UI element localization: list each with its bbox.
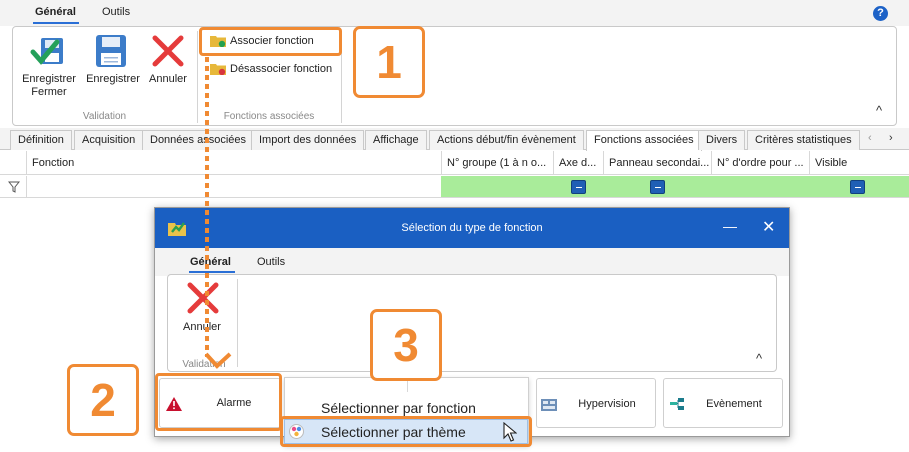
- filter-cell-function[interactable]: [26, 176, 441, 197]
- hypervision-tile[interactable]: Hypervision: [536, 378, 656, 428]
- dialog-title: Sélection du type de fonction: [401, 222, 543, 234]
- filter-panel-button[interactable]: [650, 180, 665, 194]
- dialog-collapse-chevron-icon[interactable]: ^: [756, 351, 762, 366]
- save-button[interactable]: Enregistrer: [84, 73, 142, 86]
- save-close-label-1: Enregistrer: [22, 73, 76, 85]
- tab-event-actions[interactable]: Actions début/fin évènement: [429, 130, 584, 150]
- ribbon-tab-tools[interactable]: Outils: [102, 6, 130, 18]
- column-function[interactable]: Fonction: [26, 151, 441, 175]
- column-secondary-panel[interactable]: Panneau secondai...: [603, 151, 711, 175]
- hypervision-label: Hypervision: [578, 398, 636, 410]
- highlight-alarm-tile: [155, 373, 282, 431]
- group-divider: [197, 31, 198, 123]
- highlight-associate-function: [199, 27, 342, 56]
- dialog-ribbon-panel: Annuler Validation ^: [167, 274, 777, 372]
- column-axis[interactable]: Axe d...: [553, 151, 603, 175]
- event-tile[interactable]: Evènement: [663, 378, 783, 428]
- close-icon[interactable]: ✕: [762, 217, 775, 237]
- menu-item-by-function[interactable]: Sélectionner par fonction: [321, 400, 476, 416]
- filter-row: [0, 176, 909, 198]
- help-icon[interactable]: ?: [873, 6, 888, 21]
- tabs-scroll-left-icon[interactable]: ‹: [868, 132, 872, 144]
- save-icon[interactable]: [94, 33, 128, 69]
- grid-header: Fonction N° groupe (1 à n o... Axe d... …: [0, 151, 909, 175]
- dialog-group-divider: [237, 279, 238, 367]
- event-label: Evènement: [706, 398, 762, 410]
- minimize-icon[interactable]: —: [723, 218, 737, 234]
- dotted-connector: [203, 57, 211, 365]
- dissociate-folder-icon: [210, 62, 226, 76]
- save-close-label-2: Fermer: [31, 86, 67, 98]
- save-close-button[interactable]: Enregistrer Fermer: [20, 73, 78, 99]
- dialog-cancel-button[interactable]: Annuler: [178, 321, 226, 334]
- filter-visible-button[interactable]: [850, 180, 865, 194]
- tab-acquisition[interactable]: Acquisition: [74, 130, 144, 150]
- tab-data-import[interactable]: Import des données: [251, 130, 365, 150]
- filter-cells-green: [441, 176, 909, 197]
- dialog-tab-indicator: [189, 271, 235, 273]
- save-close-icon[interactable]: [29, 34, 69, 70]
- column-group-number[interactable]: N° groupe (1 à n o...: [441, 151, 553, 175]
- dialog-tab-bar: Général Outils: [155, 248, 789, 276]
- tab-display[interactable]: Affichage: [365, 130, 427, 150]
- group-label-validation: Validation: [82, 111, 127, 122]
- callout-1: 1: [353, 26, 425, 98]
- tab-definition[interactable]: Définition: [10, 130, 72, 150]
- filter-axis-button[interactable]: [571, 180, 586, 194]
- tabs-scroll-right-icon[interactable]: ›: [889, 132, 893, 144]
- callout-2: 2: [67, 364, 139, 436]
- filter-icon[interactable]: [7, 181, 21, 193]
- event-icon: [670, 397, 684, 411]
- group-label-functions: Fonctions associées: [223, 111, 315, 122]
- dialog-tab-tools[interactable]: Outils: [257, 256, 285, 268]
- tab-associated-functions[interactable]: Fonctions associées: [586, 130, 702, 151]
- tab-statistics[interactable]: Critères statistiques: [747, 130, 860, 150]
- ribbon-tab-general[interactable]: Général: [35, 6, 76, 18]
- highlight-select-by-theme: [280, 416, 532, 447]
- column-order-number[interactable]: N° d'ordre pour ...: [711, 151, 809, 175]
- cancel-button[interactable]: Annuler: [144, 73, 192, 86]
- ribbon-collapse-chevron-icon[interactable]: ^: [876, 103, 882, 118]
- callout-3: 3: [370, 309, 442, 381]
- tab-associated-data[interactable]: Données associées: [142, 130, 255, 150]
- dialog-title-bar: Sélection du type de fonction — ✕: [155, 208, 789, 248]
- ribbon-tab-indicator: [33, 22, 79, 24]
- tab-misc[interactable]: Divers: [698, 130, 746, 150]
- column-visible[interactable]: Visible: [809, 151, 909, 175]
- ribbon-tab-bar: [0, 0, 909, 26]
- hypervision-icon: [541, 399, 557, 411]
- dissociate-function-button[interactable]: Désassocier fonction: [230, 63, 332, 75]
- cancel-icon[interactable]: [151, 34, 185, 68]
